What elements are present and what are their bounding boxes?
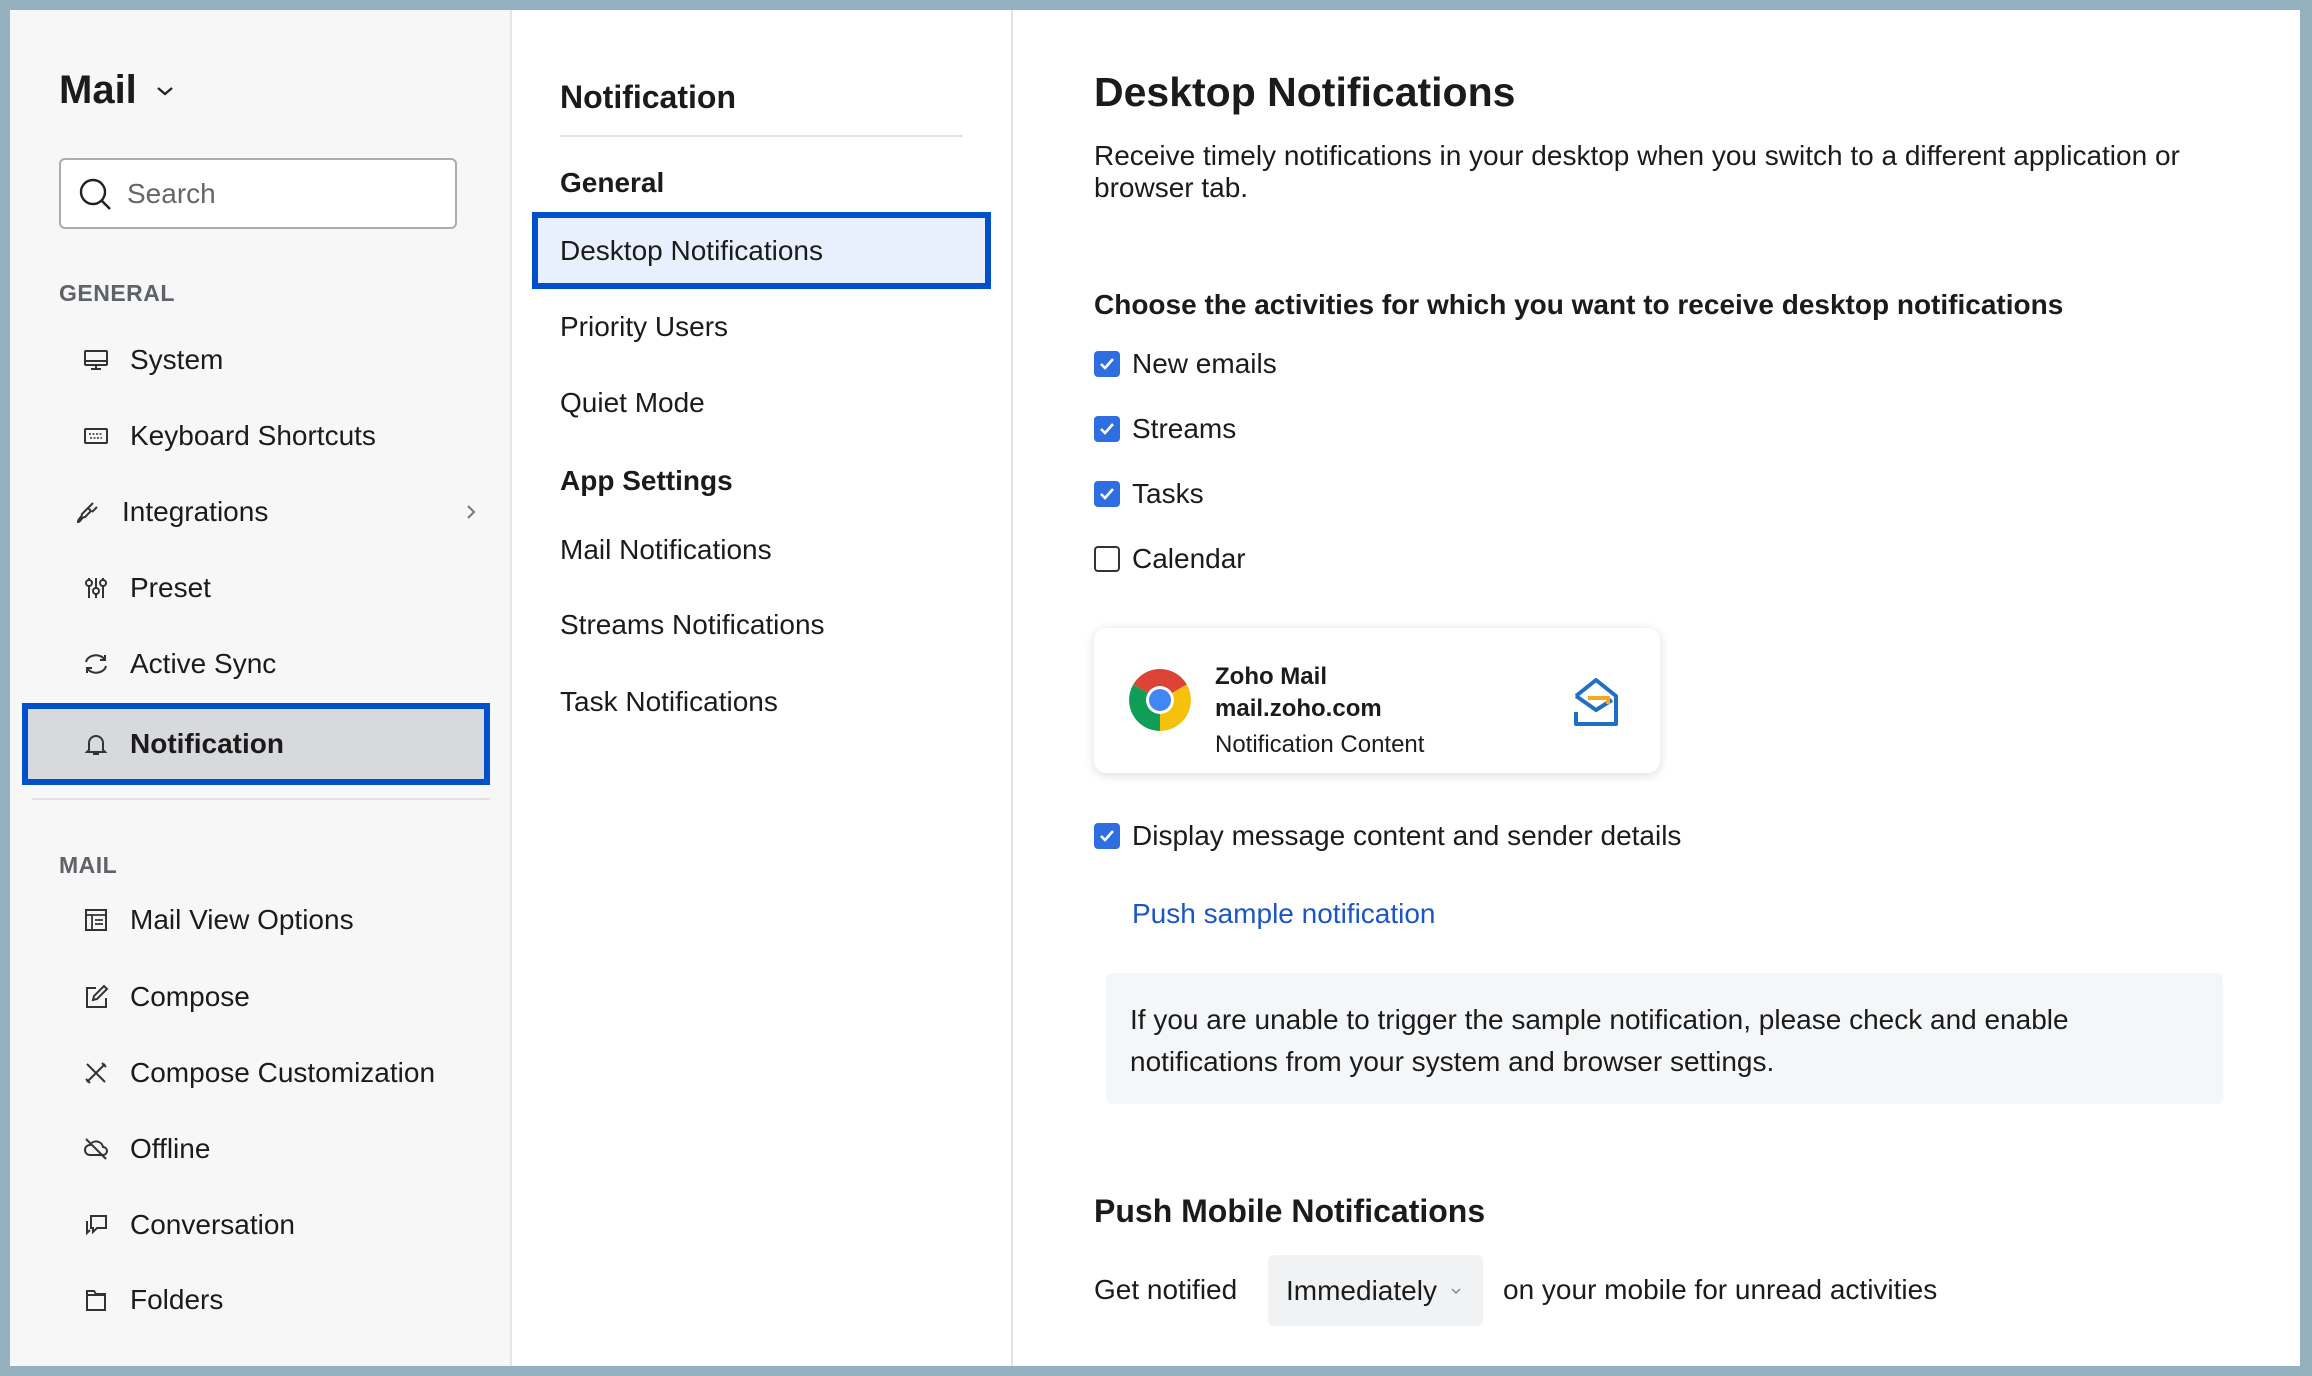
- notification-preview-card: Zoho Mail mail.zoho.com Notification Con…: [1094, 628, 1660, 773]
- sidebar-item-mail-view-options[interactable]: Mail View Options: [22, 890, 490, 950]
- checkbox-checked-icon[interactable]: [1094, 351, 1120, 377]
- divider: [560, 135, 963, 137]
- push-sample-notification-link[interactable]: Push sample notification: [1132, 898, 1436, 930]
- section-mail: MAIL: [59, 852, 117, 879]
- activities-heading: Choose the activities for which you want…: [1094, 289, 2063, 321]
- submenu-item-priority-users[interactable]: Priority Users: [560, 311, 728, 343]
- chevron-down-icon: [1449, 1286, 1463, 1296]
- sidebar-item-active-sync[interactable]: Active Sync: [22, 634, 490, 694]
- preview-content: Notification Content: [1215, 731, 1424, 759]
- app-switcher[interactable]: Mail: [59, 68, 175, 113]
- checkbox-streams[interactable]: Streams: [1094, 413, 1236, 445]
- sidebar-item-compose-customization[interactable]: Compose Customization: [22, 1043, 490, 1103]
- chat-icon: [78, 1207, 114, 1243]
- checkbox-tasks[interactable]: Tasks: [1094, 478, 1204, 510]
- cloud-off-icon: [78, 1131, 114, 1167]
- mobile-heading: Push Mobile Notifications: [1094, 1193, 1485, 1230]
- submenu-title: Notification: [560, 79, 736, 116]
- preview-app-name: Zoho Mail: [1215, 663, 1327, 691]
- sidebar-item-system[interactable]: System: [22, 330, 490, 390]
- checkbox-checked-icon[interactable]: [1094, 481, 1120, 507]
- checkbox-display-content[interactable]: Display message content and sender detai…: [1094, 820, 1681, 852]
- page-description: Receive timely notifications in your des…: [1094, 140, 2214, 204]
- info-box: If you are unable to trigger the sample …: [1106, 973, 2223, 1104]
- submenu-item-quiet-mode[interactable]: Quiet Mode: [560, 387, 705, 419]
- sidebar: Mail Search GENERAL System Keyboard Shor…: [10, 10, 512, 1366]
- sidebar-item-compose[interactable]: Compose: [22, 967, 490, 1027]
- checkbox-new-emails[interactable]: New emails: [1094, 348, 1277, 380]
- keyboard-icon: [78, 418, 114, 454]
- bell-icon: [78, 726, 114, 762]
- submenu-item-mail-notifications[interactable]: Mail Notifications: [560, 534, 772, 566]
- edit-icon: [78, 979, 114, 1015]
- sliders-icon: [78, 570, 114, 606]
- layout-icon: [78, 902, 114, 938]
- settings-submenu: Notification General Desktop Notificatio…: [512, 10, 1013, 1366]
- plug-icon: [70, 494, 106, 530]
- sidebar-item-notification[interactable]: Notification: [22, 703, 490, 785]
- mobile-prefix: Get notified: [1094, 1274, 1237, 1306]
- sidebar-item-offline[interactable]: Offline: [22, 1119, 490, 1179]
- sync-icon: [78, 646, 114, 682]
- monitor-icon: [78, 342, 114, 378]
- submenu-item-desktop-notifications[interactable]: Desktop Notifications: [532, 212, 991, 289]
- chevron-right-icon: [464, 502, 478, 522]
- sidebar-item-keyboard-shortcuts[interactable]: Keyboard Shortcuts: [22, 406, 490, 466]
- sidebar-item-integrations[interactable]: Integrations: [22, 482, 490, 542]
- tools-icon: [78, 1055, 114, 1091]
- sidebar-item-folders[interactable]: Folders: [22, 1270, 490, 1330]
- app-title: Mail: [59, 68, 137, 113]
- checkbox-checked-icon[interactable]: [1094, 823, 1120, 849]
- search-icon: [77, 176, 113, 212]
- info-text: If you are unable to trigger the sample …: [1130, 999, 2130, 1083]
- page-title: Desktop Notifications: [1094, 69, 1515, 116]
- checkbox-calendar[interactable]: Calendar: [1094, 543, 1246, 575]
- sidebar-item-preset[interactable]: Preset: [22, 558, 490, 618]
- divider: [32, 798, 490, 800]
- app-window: Mail Search GENERAL System Keyboard Shor…: [10, 10, 2300, 1366]
- submenu-item-streams-notifications[interactable]: Streams Notifications: [560, 609, 825, 641]
- checkbox-checked-icon[interactable]: [1094, 416, 1120, 442]
- sidebar-item-conversation[interactable]: Conversation: [22, 1195, 490, 1255]
- search-input[interactable]: Search: [59, 158, 457, 229]
- main-content: Desktop Notifications Receive timely not…: [1013, 10, 2300, 1366]
- section-general: GENERAL: [59, 280, 175, 307]
- submenu-heading-app-settings: App Settings: [560, 465, 733, 497]
- submenu-item-task-notifications[interactable]: Task Notifications: [560, 686, 778, 718]
- chevron-down-icon: [155, 84, 175, 98]
- submenu-heading-general: General: [560, 167, 664, 199]
- folder-icon: [78, 1282, 114, 1318]
- chrome-icon: [1127, 667, 1193, 733]
- zoho-mail-icon: [1568, 674, 1624, 730]
- mobile-suffix: on your mobile for unread activities: [1503, 1274, 1937, 1306]
- search-placeholder: Search: [127, 178, 216, 210]
- preview-domain: mail.zoho.com: [1215, 695, 1382, 723]
- mobile-frequency-select[interactable]: Immediately: [1268, 1255, 1483, 1326]
- checkbox-unchecked-icon[interactable]: [1094, 546, 1120, 572]
